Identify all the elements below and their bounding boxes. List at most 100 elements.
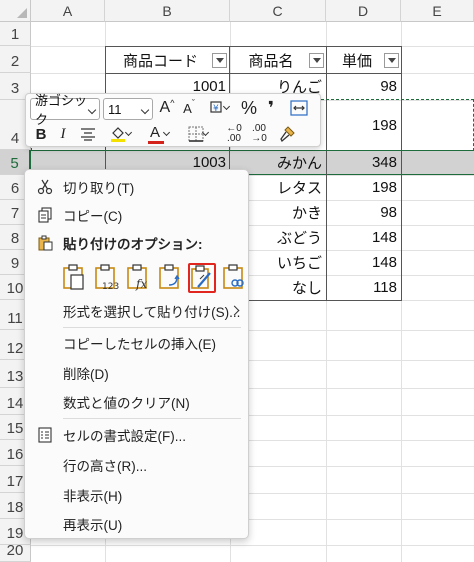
cell-d8[interactable]: 148 xyxy=(326,225,401,250)
borders-icon xyxy=(188,126,204,142)
paste-icon xyxy=(63,264,84,290)
fill-color-button[interactable] xyxy=(102,123,134,145)
menu-item-clear-contents[interactable]: 数式と値のクリア(N) xyxy=(25,388,248,416)
paste-values-icon: 123 xyxy=(95,264,119,292)
merge-center-button[interactable] xyxy=(286,97,312,119)
grow-font-button[interactable]: A ^ xyxy=(157,97,177,119)
table-header-code-label: 商品コード xyxy=(122,52,198,70)
borders-button[interactable] xyxy=(180,123,212,145)
italic-button[interactable]: I xyxy=(54,123,72,145)
menu-item-cut[interactable]: 切り取り(T) xyxy=(25,173,248,201)
grow-font-icon: A xyxy=(159,99,171,116)
clipboard-icon xyxy=(38,235,53,251)
menu-item-label: セルの書式設定(F)... xyxy=(63,429,186,444)
font-color-icon: A xyxy=(150,124,161,141)
menu-item-insert-copied-cells[interactable]: コピーしたセルの挿入(E) xyxy=(25,329,248,357)
paste-button[interactable] xyxy=(61,263,89,293)
scissors-icon xyxy=(37,179,53,195)
decrease-decimal-button[interactable]: .00 →0 xyxy=(248,123,270,145)
increase-decimal-icon: ←0 .00 xyxy=(226,123,242,144)
decrease-decimal-icon: .00 →0 xyxy=(251,123,267,144)
font-name-dropdown[interactable]: 游ゴシック xyxy=(30,93,100,127)
paste-link-button[interactable] xyxy=(221,263,249,293)
menu-separator xyxy=(63,327,241,328)
menu-item-label: 行の高さ(R)... xyxy=(63,459,147,474)
menu-item-format-cells[interactable]: セルの書式設定(F)... xyxy=(25,421,248,449)
paste-transpose-icon xyxy=(159,264,180,289)
select-all-corner[interactable] xyxy=(0,0,31,22)
menu-item-paste-options: 貼り付けのオプション: xyxy=(25,229,248,257)
paste-formatting-icon xyxy=(191,265,211,289)
increase-decimal-button[interactable]: ←0 .00 xyxy=(223,123,245,145)
column-header-b[interactable]: B xyxy=(105,0,230,22)
paste-values-button[interactable]: 123 xyxy=(93,263,121,293)
copy-icon xyxy=(38,207,52,223)
menu-item-copy[interactable]: コピー(C) xyxy=(25,201,248,229)
format-painter-button[interactable] xyxy=(276,123,298,145)
menu-item-row-height[interactable]: 行の高さ(R)... xyxy=(25,451,248,479)
paste-formulas-icon: fx xyxy=(127,264,147,291)
format-cells-icon xyxy=(38,427,52,443)
paste-formulas-button[interactable]: fx xyxy=(125,263,153,293)
accounting-icon: ¥ xyxy=(210,101,222,114)
menu-item-label: 数式と値のクリア(N) xyxy=(63,396,190,411)
font-size-dropdown[interactable]: 11 xyxy=(103,98,153,120)
menu-item-label: コピー(C) xyxy=(63,209,123,224)
cell-d10[interactable]: 118 xyxy=(326,275,401,300)
column-header-d[interactable]: D xyxy=(326,0,401,22)
filter-dropdown-icon[interactable] xyxy=(384,53,399,68)
filter-dropdown-icon[interactable] xyxy=(212,53,227,68)
menu-item-paste-special[interactable]: 形式を選択して貼り付け(S)... xyxy=(25,297,248,325)
menu-item-label: 削除(D) xyxy=(63,367,109,382)
fill-bucket-icon xyxy=(111,127,125,142)
cell-d7[interactable]: 98 xyxy=(326,200,401,225)
context-menu: 切り取り(T) コピー(C) 貼り付けのオプション: 123 fx 形式を選択し… xyxy=(24,169,249,539)
cell-d3[interactable]: 98 xyxy=(326,73,401,100)
menu-item-label: 形式を選択して貼り付け(S)... xyxy=(63,305,241,320)
shrink-font-button[interactable]: Aˇ xyxy=(179,97,199,119)
column-header-a[interactable]: A xyxy=(31,0,105,22)
svg-text:fx: fx xyxy=(135,277,147,291)
table-header-code[interactable]: 商品コード xyxy=(105,46,230,74)
format-painter-icon xyxy=(280,126,295,143)
menu-item-delete[interactable]: 削除(D) xyxy=(25,359,248,387)
chevron-down-icon xyxy=(162,128,171,137)
font-color-button[interactable]: A xyxy=(140,123,172,145)
bold-button[interactable]: B xyxy=(32,123,50,145)
paste-formatting-button[interactable] xyxy=(188,263,216,293)
align-center-button[interactable] xyxy=(78,123,98,145)
paste-link-icon xyxy=(223,264,244,289)
column-header-c[interactable]: C xyxy=(230,0,326,22)
menu-item-label: 非表示(H) xyxy=(63,489,123,504)
table-header-name[interactable]: 商品名 xyxy=(229,46,327,74)
menu-item-label: コピーしたセルの挿入(E) xyxy=(63,337,216,352)
row-header-20[interactable]: 20 xyxy=(0,542,31,562)
menu-item-hide[interactable]: 非表示(H) xyxy=(25,481,248,509)
comma-style-button[interactable]: ❜ xyxy=(261,97,281,119)
table-header-price-label: 単価 xyxy=(341,52,372,70)
accounting-format-button[interactable]: ¥ xyxy=(202,97,232,119)
cell-d9[interactable]: 148 xyxy=(326,250,401,275)
table-header-price[interactable]: 単価 xyxy=(326,46,402,74)
svg-text:123: 123 xyxy=(102,282,119,291)
menu-item-label: 切り取り(T) xyxy=(63,181,135,196)
paste-options-row: 123 fx xyxy=(61,263,251,297)
paste-transpose-button[interactable] xyxy=(157,263,185,293)
percent-style-button[interactable]: % xyxy=(239,97,259,119)
cell-d6[interactable]: 198 xyxy=(326,175,401,200)
font-size-value: 11 xyxy=(108,101,122,117)
menu-separator xyxy=(63,418,241,419)
shrink-font-icon: A xyxy=(183,100,192,116)
merge-center-icon xyxy=(290,100,308,116)
cell-d5[interactable]: 348 xyxy=(326,150,401,175)
row-header-1[interactable]: 1 xyxy=(0,22,31,46)
filter-dropdown-icon[interactable] xyxy=(309,53,324,68)
menu-item-label: 貼り付けのオプション: xyxy=(63,237,203,252)
mini-toolbar: 游ゴシック 11 A ^ Aˇ ¥ % ❜ B I A ←0 .00 .00 →… xyxy=(25,93,321,147)
row-header-2[interactable]: 2 xyxy=(0,46,31,73)
svg-text:¥: ¥ xyxy=(213,104,219,114)
menu-item-unhide[interactable]: 再表示(U) xyxy=(25,510,248,538)
chevron-down-icon xyxy=(140,105,150,115)
column-header-e[interactable]: E xyxy=(401,0,474,22)
menu-item-label: 再表示(U) xyxy=(63,518,123,533)
